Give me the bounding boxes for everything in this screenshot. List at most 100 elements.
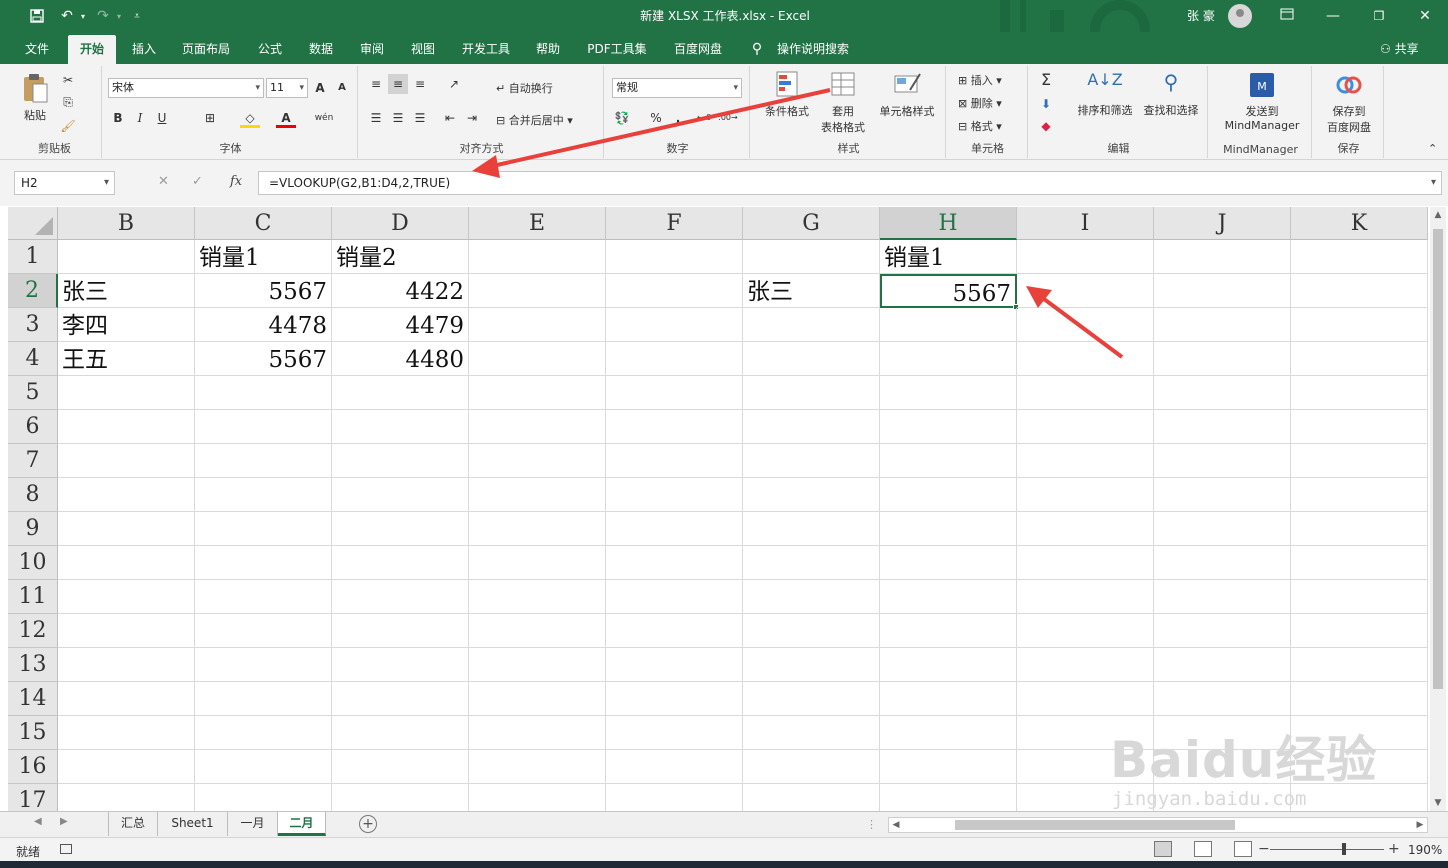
cell-f3[interactable] — [606, 308, 743, 342]
row-header-7[interactable]: 7 — [8, 444, 58, 478]
lightbulb-icon[interactable]: ⚲ — [746, 35, 768, 64]
cell-j14[interactable] — [1154, 682, 1291, 716]
align-bottom-icon[interactable]: ≡ — [410, 74, 430, 94]
cell-h2[interactable]: 5567 — [880, 274, 1017, 308]
zoom-out-icon[interactable]: − — [1258, 841, 1270, 857]
column-header-i[interactable]: I — [1017, 207, 1154, 240]
cell-f8[interactable] — [606, 478, 743, 512]
cell-f10[interactable] — [606, 546, 743, 580]
percent-button[interactable]: % — [646, 108, 666, 128]
cell-k3[interactable] — [1291, 308, 1428, 342]
cell-d10[interactable] — [332, 546, 469, 580]
vertical-scroll-thumb[interactable] — [1433, 229, 1443, 689]
cell-c14[interactable] — [195, 682, 332, 716]
cell-b17[interactable] — [58, 784, 195, 811]
row-header-16[interactable]: 16 — [8, 750, 58, 784]
font-color-icon[interactable]: A — [276, 108, 296, 128]
clear-icon[interactable]: ◆ — [1036, 116, 1056, 136]
tab-pdf-tools[interactable]: PDF工具集 — [580, 35, 654, 64]
cell-i3[interactable] — [1017, 308, 1154, 342]
row-header-2[interactable]: 2 — [8, 274, 58, 308]
cell-g11[interactable] — [743, 580, 880, 614]
cell-d15[interactable] — [332, 716, 469, 750]
cell-g10[interactable] — [743, 546, 880, 580]
increase-decimal-icon[interactable]: ←.0 — [694, 108, 714, 128]
cell-j16[interactable] — [1154, 750, 1291, 784]
row-header-9[interactable]: 9 — [8, 512, 58, 546]
cell-f11[interactable] — [606, 580, 743, 614]
column-header-k[interactable]: K — [1291, 207, 1428, 240]
cell-h17[interactable] — [880, 784, 1017, 811]
cell-g6[interactable] — [743, 410, 880, 444]
cell-b16[interactable] — [58, 750, 195, 784]
row-header-8[interactable]: 8 — [8, 478, 58, 512]
cell-f17[interactable] — [606, 784, 743, 811]
cell-d7[interactable] — [332, 444, 469, 478]
cell-i12[interactable] — [1017, 614, 1154, 648]
cell-b1[interactable] — [58, 240, 195, 274]
cell-b9[interactable] — [58, 512, 195, 546]
cell-k8[interactable] — [1291, 478, 1428, 512]
cell-d9[interactable] — [332, 512, 469, 546]
fill-color-icon[interactable]: ◇ — [240, 108, 260, 128]
cell-i4[interactable] — [1017, 342, 1154, 376]
cell-styles-button[interactable]: 单元格样式 — [874, 70, 940, 119]
delete-cells-button[interactable]: ⊠ 删除 ▾ — [958, 95, 1002, 111]
cell-i16[interactable] — [1017, 750, 1154, 784]
row-header-12[interactable]: 12 — [8, 614, 58, 648]
redo-icon[interactable]: ↷ — [92, 6, 114, 26]
cell-i15[interactable] — [1017, 716, 1154, 750]
copy-icon[interactable]: ⎘ — [58, 92, 78, 112]
tell-me-search[interactable]: 操作说明搜索 — [770, 35, 856, 64]
cell-h11[interactable] — [880, 580, 1017, 614]
vertical-scrollbar[interactable]: ▲ ▼ — [1430, 207, 1446, 811]
cell-h16[interactable] — [880, 750, 1017, 784]
cell-g8[interactable] — [743, 478, 880, 512]
tab-review[interactable]: 审阅 — [350, 35, 394, 64]
cell-e11[interactable] — [469, 580, 606, 614]
zoom-slider-thumb[interactable] — [1342, 843, 1347, 855]
cell-b12[interactable] — [58, 614, 195, 648]
cell-d13[interactable] — [332, 648, 469, 682]
cell-h3[interactable] — [880, 308, 1017, 342]
insert-cells-button[interactable]: ⊞ 插入 ▾ — [958, 72, 1002, 88]
underline-button[interactable]: U — [152, 108, 172, 128]
shrink-font-button[interactable]: A — [332, 78, 352, 98]
cell-h7[interactable] — [880, 444, 1017, 478]
cell-c15[interactable] — [195, 716, 332, 750]
cell-e6[interactable] — [469, 410, 606, 444]
cell-g16[interactable] — [743, 750, 880, 784]
cell-i13[interactable] — [1017, 648, 1154, 682]
cell-g15[interactable] — [743, 716, 880, 750]
cell-g5[interactable] — [743, 376, 880, 410]
close-icon[interactable]: ✕ — [1410, 4, 1440, 28]
cell-e14[interactable] — [469, 682, 606, 716]
cell-i10[interactable] — [1017, 546, 1154, 580]
column-header-b[interactable]: B — [58, 207, 195, 240]
cell-k5[interactable] — [1291, 376, 1428, 410]
new-sheet-icon[interactable]: + — [359, 815, 377, 833]
scroll-left-icon[interactable]: ◀ — [889, 818, 903, 832]
cell-e13[interactable] — [469, 648, 606, 682]
tab-insert[interactable]: 插入 — [122, 35, 166, 64]
cell-e4[interactable] — [469, 342, 606, 376]
align-right-icon[interactable]: ☰ — [410, 108, 430, 128]
cell-h4[interactable] — [880, 342, 1017, 376]
zoom-level[interactable]: 190% — [1408, 843, 1442, 857]
cell-c11[interactable] — [195, 580, 332, 614]
cell-i1[interactable] — [1017, 240, 1154, 274]
font-name-select[interactable]: 宋体 — [108, 78, 264, 98]
cell-c8[interactable] — [195, 478, 332, 512]
cell-j6[interactable] — [1154, 410, 1291, 444]
cell-i8[interactable] — [1017, 478, 1154, 512]
cell-i14[interactable] — [1017, 682, 1154, 716]
fill-icon[interactable]: ⬇ — [1036, 94, 1056, 114]
cell-j15[interactable] — [1154, 716, 1291, 750]
italic-button[interactable]: I — [130, 108, 150, 128]
column-header-g[interactable]: G — [743, 207, 880, 240]
zoom-in-icon[interactable]: + — [1388, 841, 1400, 857]
tab-file[interactable]: 文件 — [14, 35, 60, 64]
cell-e12[interactable] — [469, 614, 606, 648]
cell-d4[interactable]: 4480 — [332, 342, 469, 376]
cell-f5[interactable] — [606, 376, 743, 410]
